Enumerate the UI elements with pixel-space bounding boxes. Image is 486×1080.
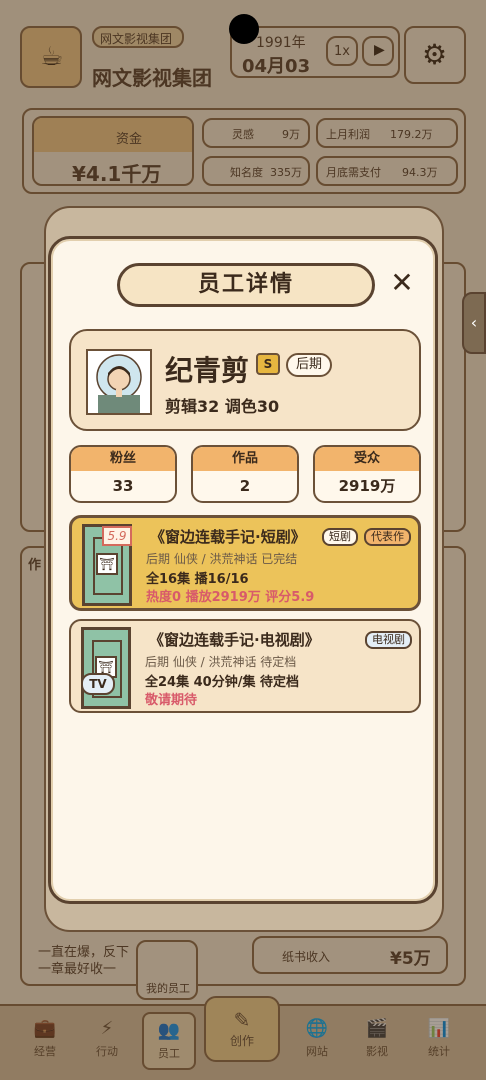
camera-notch [229,14,259,44]
employee-profile-card: 纪青剪 S 后期 剪辑32 调色30 [69,329,421,431]
tag-tv-drama: 电视剧 [365,631,412,649]
work-episodes: 全16集 播16/16 [146,572,249,587]
work-status: 敬请期待 [145,693,198,708]
tag-short-drama: 短剧 [322,528,358,546]
stat-audience: 受众 2919万 [313,445,421,503]
poster-image: ⛩ [81,627,131,709]
score-tag: 5.9 [102,526,132,546]
work-episodes: 全24集 40分钟/集 待定档 [145,675,299,690]
work-card-short-drama[interactable]: ⛩ 5.9 《窗边连载手记·短剧》 短剧 代表作 后期 仙侠 / 洪荒神话 已完… [69,515,421,611]
tv-tag: TV [81,673,115,695]
avatar [86,349,152,415]
rank-badge: S [256,353,280,375]
stat-fans: 粉丝 33 [69,445,177,503]
work-title: 《窗边连载手记·短剧》 [150,528,306,546]
employee-detail-modal: 员工详情 ✕ 纪青剪 S 后期 剪辑32 调色30 粉丝 33 作品 2 受众 … [48,236,438,904]
side-collapse-tab[interactable]: ‹ [462,292,486,354]
work-performance: 热度0 播放2919万 评分5.9 [146,590,315,605]
employee-skills: 剪辑32 调色30 [165,397,280,416]
stat-works: 作品 2 [191,445,299,503]
temple-icon: ⛩ [96,553,118,575]
role-badge: 后期 [286,353,333,377]
modal-title: 员工详情 [117,263,375,307]
work-title: 《窗边连载手记·电视剧》 [149,631,320,649]
tag-representative: 代表作 [364,528,411,546]
chevron-left-icon: ‹ [470,313,478,332]
close-icon[interactable]: ✕ [387,269,417,299]
employee-name: 纪青剪 [165,354,250,387]
work-meta: 后期 仙侠 / 洪荒神话 待定档 [145,655,297,669]
work-meta: 后期 仙侠 / 洪荒神话 已完结 [146,552,298,566]
work-card-tv-drama[interactable]: ⛩ TV 《窗边连载手记·电视剧》 电视剧 后期 仙侠 / 洪荒神话 待定档 全… [69,619,421,713]
